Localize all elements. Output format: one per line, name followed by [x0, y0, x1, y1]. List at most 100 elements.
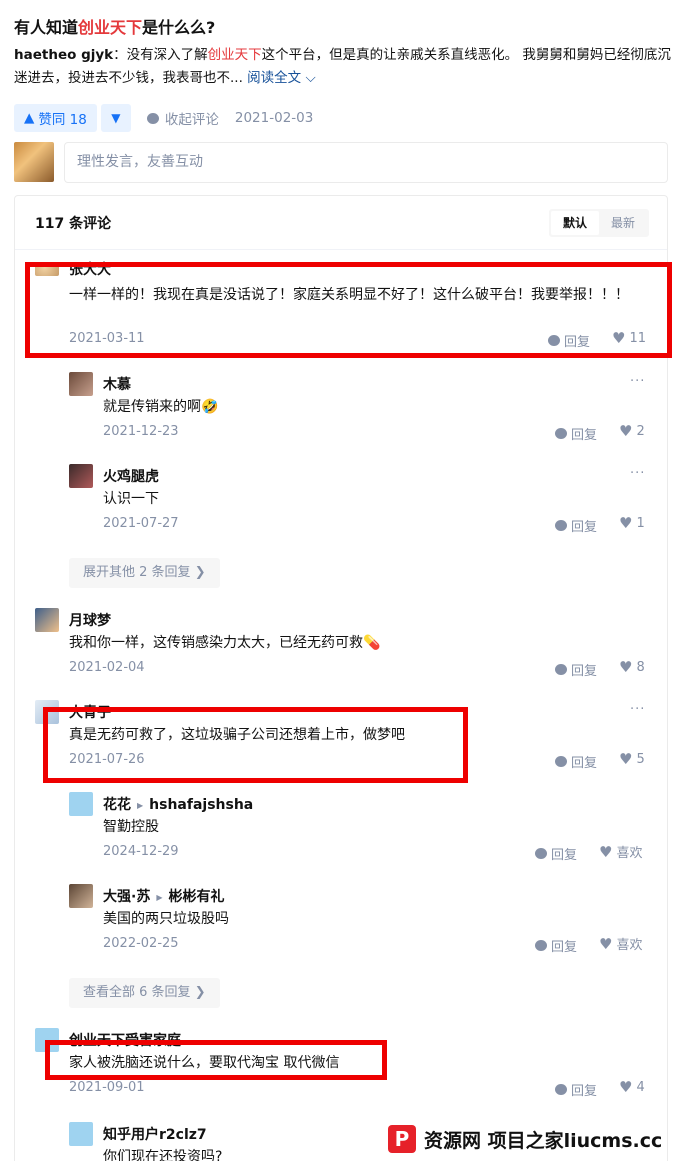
reply-to-user[interactable]: 彬彬有礼 — [168, 889, 224, 905]
avatar[interactable] — [69, 884, 93, 908]
answer-author[interactable]: haetheo gjyk — [14, 47, 113, 63]
more-options-button[interactable]: ··· — [630, 260, 645, 275]
heart-icon: ♥ — [619, 1078, 633, 1096]
comment-date: 2021-03-11 — [69, 331, 145, 346]
comment-bubble-icon — [535, 940, 547, 951]
view-all-replies-label: 查看全部 6 条回复 — [83, 985, 191, 1000]
like-button[interactable]: ♥ 喜欢 — [599, 842, 643, 862]
reply-label: 回复 — [571, 756, 598, 771]
like-button[interactable]: ♥ 5 — [619, 750, 645, 768]
like-button[interactable]: ♥ 8 — [619, 658, 645, 676]
like-button[interactable]: ♥ 1 — [619, 514, 645, 532]
avatar[interactable] — [69, 372, 93, 396]
comment-bubble-icon — [555, 520, 567, 531]
collapse-comments-label: 收起评论 — [164, 112, 219, 128]
chevron-right-icon: ❯ — [194, 565, 206, 580]
like-label: 喜欢 — [616, 938, 643, 953]
more-options-button[interactable]: ··· — [630, 466, 645, 481]
like-count: 2 — [636, 423, 645, 439]
comment-text: 美国的两只垃圾股吗 — [103, 911, 229, 927]
heart-icon: ♥ — [619, 514, 633, 532]
heart-icon: ♥ — [599, 842, 613, 861]
avatar[interactable] — [69, 1122, 93, 1146]
expand-replies-button[interactable]: 展开其他 2 条回复 ❯ — [69, 558, 220, 588]
reply-label: 回复 — [571, 664, 598, 679]
comment-author[interactable]: 张大大 — [69, 259, 111, 279]
reply-to-user[interactable]: hshafajshsha — [149, 797, 253, 813]
like-count: 4 — [636, 1079, 645, 1095]
more-options-button[interactable]: ··· — [630, 374, 645, 389]
comment-text: 认识一下 — [103, 491, 159, 507]
like-button[interactable]: ♥ 11 — [612, 329, 646, 347]
reply-button[interactable]: 回复 — [548, 331, 590, 350]
read-more-link[interactable]: 阅读全文 ⌵ — [247, 70, 316, 86]
question-title[interactable]: 有人知道创业天下是什么么? — [14, 14, 215, 38]
comment-date: 2024-12-29 — [103, 844, 179, 859]
avatar[interactable] — [14, 142, 54, 182]
reply-button[interactable]: 回复 — [555, 1080, 597, 1099]
comment-author[interactable]: 木慕 — [103, 374, 131, 394]
reply-label: 回复 — [571, 520, 598, 535]
answer-keyword[interactable]: 创业天下 — [208, 47, 262, 63]
view-all-replies-button[interactable]: 查看全部 6 条回复 ❯ — [69, 978, 220, 1008]
like-button[interactable]: ♥ 4 — [619, 1078, 645, 1096]
avatar[interactable] — [69, 792, 93, 816]
like-button[interactable]: ♥ 喜欢 — [599, 934, 643, 954]
reply-label: 回复 — [571, 428, 598, 443]
avatar[interactable] — [35, 1028, 59, 1052]
like-label: 喜欢 — [616, 846, 643, 861]
comment-author[interactable]: 大青子 — [69, 702, 111, 722]
upvote-button[interactable]: ▲ 赞同 18 — [14, 104, 97, 132]
more-options-button[interactable]: ··· — [630, 702, 645, 717]
reply-button[interactable]: 回复 — [555, 752, 597, 771]
reply-button[interactable]: 回复 — [535, 844, 577, 863]
heart-icon: ♥ — [619, 422, 633, 440]
comment-author[interactable]: 大强·苏 ▶ 彬彬有礼 — [103, 886, 224, 906]
question-title-text: 有人知道 — [14, 18, 79, 37]
comment-author[interactable]: 花花 ▶ hshafajshsha — [103, 794, 253, 814]
answer-date: 2021-02-03 — [234, 110, 314, 126]
comment-text: 智勤控股 — [103, 819, 159, 835]
reply-label: 回复 — [551, 848, 578, 863]
watermark-text: 资源网 项目之家liucms.cc — [424, 1129, 663, 1152]
reply-button[interactable]: 回复 — [555, 424, 597, 443]
avatar[interactable] — [69, 464, 93, 488]
comment-date: 2021-12-23 — [103, 424, 179, 439]
avatar[interactable] — [35, 262, 59, 276]
comment-author[interactable]: 火鸡腿虎 — [103, 466, 159, 486]
reply-label: 回复 — [571, 1084, 598, 1099]
comment-text: 我和你一样，这传销感染力太大，已经无药可救💊 — [69, 635, 381, 651]
question-title-keyword[interactable]: 创业天下 — [78, 18, 142, 37]
reply-button[interactable]: 回复 — [555, 516, 597, 535]
avatar[interactable] — [35, 700, 59, 724]
comment-input[interactable]: 理性发言，友善互动 — [64, 142, 668, 183]
avatar[interactable] — [35, 608, 59, 632]
comment-bubble-icon — [555, 1084, 567, 1095]
heart-icon: ♥ — [619, 750, 633, 768]
comment-composer: 理性发言，友善互动 — [14, 142, 668, 183]
comment-author[interactable]: 创业天下受害家庭 — [69, 1030, 181, 1050]
reply-button[interactable]: 回复 — [535, 936, 577, 955]
comment-item: 创业天下受害家庭 家人被洗脑还说什么，要取代淘宝 取代微信 2021-09-01… — [15, 1022, 667, 1102]
downvote-button[interactable]: ▼ — [100, 104, 131, 132]
caret-right-icon: ▶ — [156, 892, 163, 902]
answer-separator: ： — [113, 47, 127, 63]
reply-button[interactable]: 回复 — [555, 660, 597, 679]
comment-bubble-icon — [548, 335, 560, 346]
comment-item: 张大大 ··· 一样一样的！我现在真是没话说了！家庭关系明显不好了！这什么破平台… — [15, 196, 667, 356]
comment-bubble-icon — [555, 664, 567, 675]
reply-label: 回复 — [564, 335, 591, 350]
collapse-comments-button[interactable]: 收起评论 — [146, 108, 219, 128]
comment-text: 真是无药可救了，这垃圾骗子公司还想着上市，做梦吧 — [69, 727, 405, 743]
comment-date: 2022-02-25 — [103, 936, 179, 951]
comment-text: 就是传销来的啊🤣 — [103, 399, 219, 415]
heart-icon: ♥ — [619, 658, 633, 676]
comment-author[interactable]: 知乎用户r2clz7 — [103, 1124, 207, 1144]
triangle-down-icon: ▼ — [111, 111, 121, 125]
like-count: 8 — [636, 659, 645, 675]
comment-reply-item: 花花 ▶ hshafajshsha 智勤控股 2024-12-29 回复 ♥ 喜欢 — [15, 786, 667, 866]
like-button[interactable]: ♥ 2 — [619, 422, 645, 440]
read-more-label: 阅读全文 — [247, 70, 302, 86]
comment-author[interactable]: 月球梦 — [69, 610, 111, 630]
chevron-right-icon: ❯ — [194, 985, 206, 1000]
